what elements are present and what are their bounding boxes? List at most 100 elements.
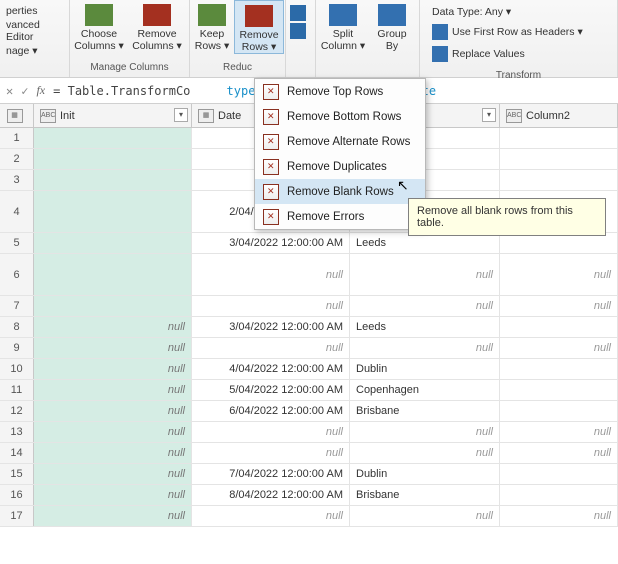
table-row[interactable]: 11null5/04/2022 12:00:00 AMCopenhagen (0, 380, 618, 401)
cell-init[interactable]: null (34, 401, 192, 421)
row-number[interactable]: 4 (0, 191, 34, 232)
row-number[interactable]: 5 (0, 233, 34, 253)
table-row[interactable]: 9nullnullnullnull (0, 338, 618, 359)
menu-item-remove-errors[interactable]: Remove Errors (255, 204, 425, 229)
table-row[interactable]: 8null3/04/2022 12:00:00 AMLeeds (0, 317, 618, 338)
cell-date[interactable]: 5/04/2022 12:00:00 AM (192, 380, 350, 400)
cell-init[interactable]: null (34, 317, 192, 337)
cell-col2[interactable]: null (350, 443, 500, 463)
cell-date[interactable]: null (192, 422, 350, 442)
btn-split-column[interactable]: Split Column ▾ (316, 0, 370, 52)
cell-init[interactable]: null (34, 464, 192, 484)
formula-cancel-icon[interactable]: ✕ (6, 84, 13, 98)
cell-col3[interactable] (500, 170, 618, 190)
cell-col2[interactable]: Leeds (350, 317, 500, 337)
cell-col2[interactable]: null (350, 506, 500, 526)
row-number[interactable]: 9 (0, 338, 34, 358)
cell-date[interactable]: null (192, 443, 350, 463)
row-number[interactable]: 3 (0, 170, 34, 190)
btn-first-row-headers[interactable]: Use First Row as Headers ▾ (426, 22, 589, 42)
row-number[interactable]: 6 (0, 254, 34, 295)
btn-keep-rows[interactable]: Keep Rows ▾ (190, 0, 234, 52)
cell-init[interactable]: null (34, 443, 192, 463)
table-row[interactable]: 6nullnullnull (0, 254, 618, 296)
row-number[interactable]: 16 (0, 485, 34, 505)
cell-col2[interactable]: Dublin (350, 359, 500, 379)
cell-col2[interactable]: Dublin (350, 464, 500, 484)
menu-item-remove-top-rows[interactable]: Remove Top Rows (255, 79, 425, 104)
filter-dd-init[interactable]: ▾ (174, 108, 188, 122)
cell-init[interactable] (34, 191, 192, 232)
cell-col3[interactable] (500, 149, 618, 169)
btn-properties[interactable]: perties (6, 4, 63, 18)
table-row[interactable]: 10null4/04/2022 12:00:00 AMDublin (0, 359, 618, 380)
cell-col3[interactable] (500, 380, 618, 400)
header-column2[interactable]: ABC Column2 (500, 104, 618, 127)
btn-replace-values[interactable]: Replace Values (426, 44, 531, 64)
cell-col3[interactable] (500, 317, 618, 337)
cell-col2[interactable]: Leeds (350, 233, 500, 253)
cell-col3[interactable]: null (500, 443, 618, 463)
cell-init[interactable]: null (34, 422, 192, 442)
header-init[interactable]: ABC Init ▾ (34, 104, 192, 127)
table-row[interactable]: 14nullnullnullnull (0, 443, 618, 464)
cell-init[interactable] (34, 128, 192, 148)
row-number[interactable]: 10 (0, 359, 34, 379)
cell-date[interactable]: 8/04/2022 12:00:00 AM (192, 485, 350, 505)
row-number[interactable]: 15 (0, 464, 34, 484)
row-number[interactable]: 17 (0, 506, 34, 526)
table-row[interactable]: 17nullnullnullnull (0, 506, 618, 527)
table-row[interactable]: 7nullnullnull (0, 296, 618, 317)
header-rownum[interactable]: ▦ (0, 104, 34, 127)
cell-init[interactable] (34, 233, 192, 253)
fx-icon[interactable]: fx (36, 83, 45, 98)
cell-col3[interactable] (500, 485, 618, 505)
cell-col3[interactable]: null (500, 506, 618, 526)
cell-col3[interactable] (500, 233, 618, 253)
cell-col2[interactable]: Brisbane (350, 401, 500, 421)
menu-item-remove-bottom-rows[interactable]: Remove Bottom Rows (255, 104, 425, 129)
row-number[interactable]: 12 (0, 401, 34, 421)
cell-col2[interactable]: null (350, 422, 500, 442)
menu-item-remove-duplicates[interactable]: Remove Duplicates (255, 154, 425, 179)
cell-col3[interactable] (500, 359, 618, 379)
cell-col2[interactable]: null (350, 296, 500, 316)
row-number[interactable]: 2 (0, 149, 34, 169)
menu-item-remove-alternate-rows[interactable]: Remove Alternate Rows (255, 129, 425, 154)
cell-date[interactable]: null (192, 506, 350, 526)
row-number[interactable]: 14 (0, 443, 34, 463)
cell-date[interactable]: null (192, 296, 350, 316)
cell-date[interactable]: 3/04/2022 12:00:00 AM (192, 317, 350, 337)
cell-col3[interactable]: null (500, 254, 618, 295)
filter-dd-gap[interactable]: ▾ (482, 108, 496, 122)
cell-date[interactable]: 3/04/2022 12:00:00 AM (192, 233, 350, 253)
cell-col3[interactable]: null (500, 422, 618, 442)
table-row[interactable]: 13nullnullnullnull (0, 422, 618, 443)
cell-col2[interactable]: Copenhagen (350, 380, 500, 400)
table-row[interactable]: 15null7/04/2022 12:00:00 AMDublin (0, 464, 618, 485)
cell-init[interactable] (34, 149, 192, 169)
cell-col3[interactable] (500, 401, 618, 421)
cell-init[interactable] (34, 296, 192, 316)
cell-col3[interactable] (500, 128, 618, 148)
cell-date[interactable]: null (192, 254, 350, 295)
cell-init[interactable]: null (34, 359, 192, 379)
btn-sort-asc[interactable] (286, 4, 314, 22)
cell-col3[interactable]: null (500, 296, 618, 316)
table-row[interactable]: 16null8/04/2022 12:00:00 AMBrisbane (0, 485, 618, 506)
btn-advanced-editor[interactable]: vanced Editor (6, 18, 63, 44)
btn-group-by[interactable]: Group By (370, 0, 414, 52)
btn-choose-columns[interactable]: Choose Columns ▾ (70, 0, 128, 52)
table-row[interactable]: 12null6/04/2022 12:00:00 AMBrisbane (0, 401, 618, 422)
row-number[interactable]: 8 (0, 317, 34, 337)
cell-col3[interactable]: null (500, 338, 618, 358)
cell-init[interactable] (34, 170, 192, 190)
cell-init[interactable]: null (34, 338, 192, 358)
btn-manage[interactable]: nage ▾ (6, 44, 63, 58)
row-number[interactable]: 11 (0, 380, 34, 400)
row-number[interactable]: 7 (0, 296, 34, 316)
cell-date[interactable]: 4/04/2022 12:00:00 AM (192, 359, 350, 379)
cell-date[interactable]: 7/04/2022 12:00:00 AM (192, 464, 350, 484)
cell-init[interactable]: null (34, 506, 192, 526)
cell-col2[interactable]: null (350, 338, 500, 358)
